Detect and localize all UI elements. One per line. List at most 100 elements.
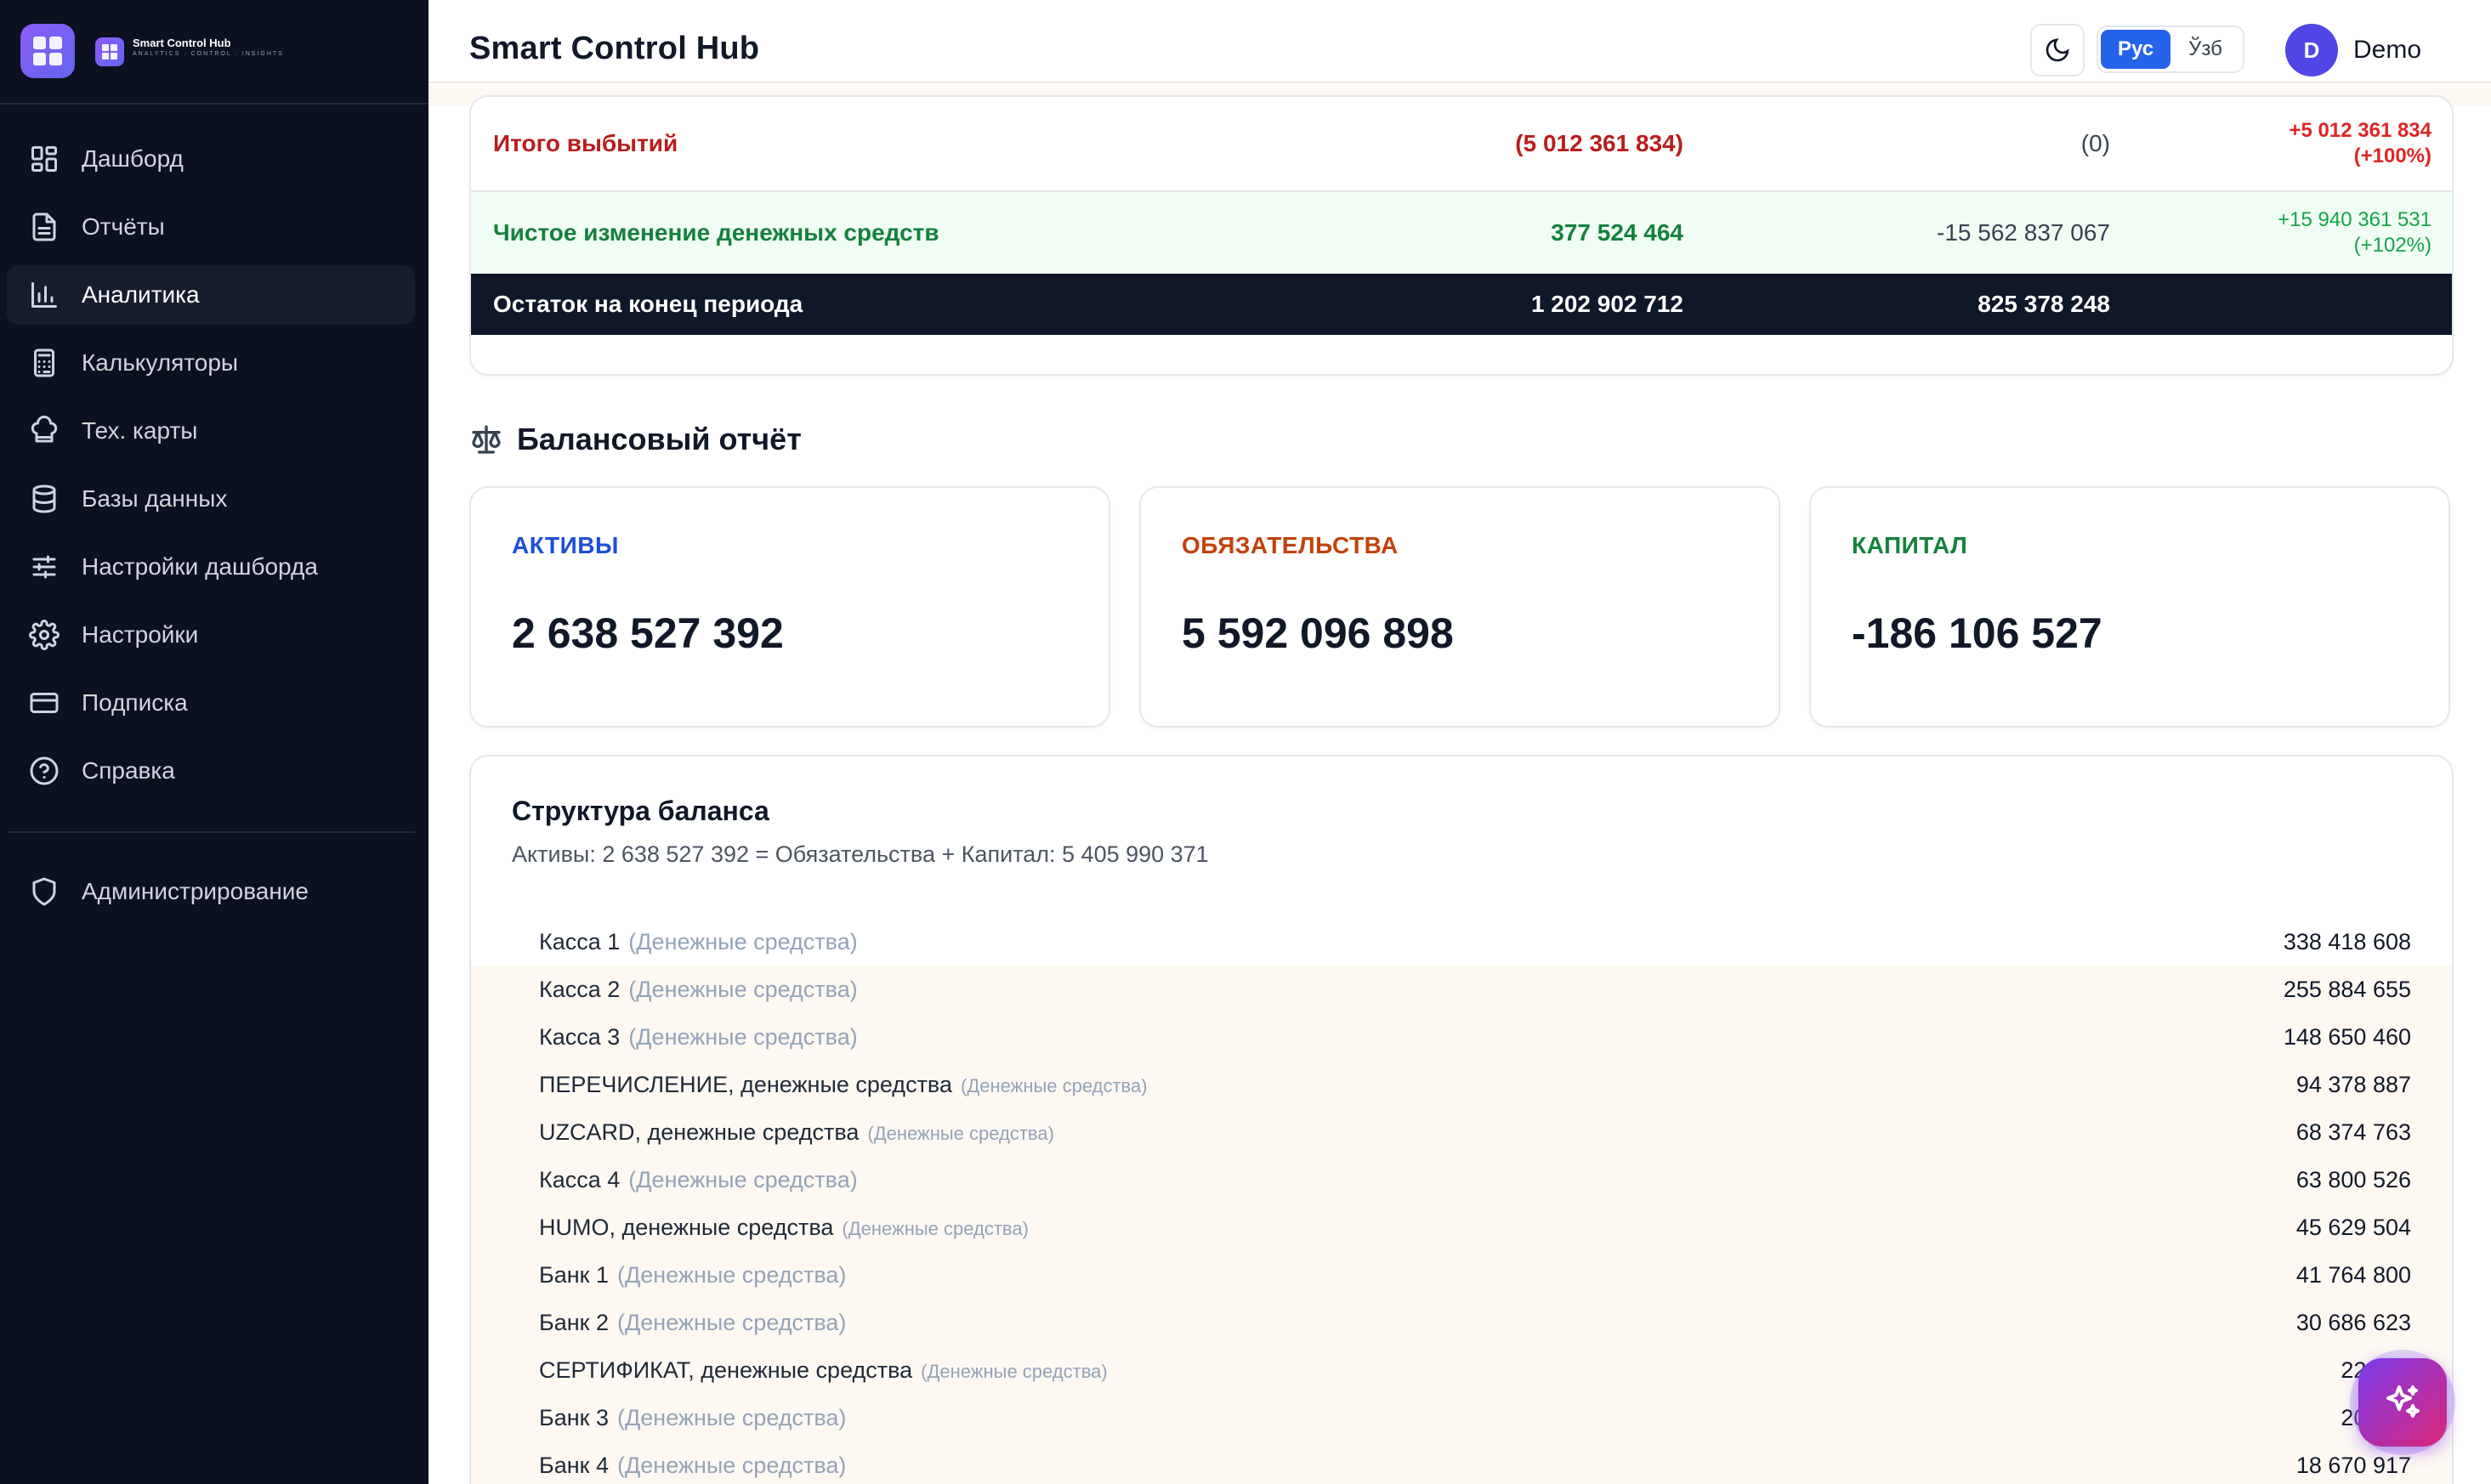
moon-icon	[2046, 38, 2069, 62]
item-name: Банк 1	[539, 1261, 609, 1288]
sliders-icon	[27, 550, 61, 584]
sidebar-item-admin[interactable]: Администрирование	[7, 862, 415, 921]
gear-icon	[27, 618, 61, 652]
sidebar-item-subscription[interactable]: Подписка	[7, 673, 415, 733]
item-category: (Денежные средства)	[628, 1023, 858, 1050]
sidebar-item-analytics[interactable]: Аналитика	[7, 265, 415, 325]
item-category: (Денежные средства)	[867, 1122, 1054, 1144]
sidebar-item-reports[interactable]: Отчёты	[7, 197, 415, 257]
balance-section-heading: Балансовый отчёт	[469, 422, 802, 457]
ai-assistant-button[interactable]	[2358, 1358, 2447, 1447]
list-item: Касса 2 (Денежные средства) 255 884 655	[471, 966, 2452, 1013]
brand-name: Smart Control Hub	[133, 37, 231, 49]
sidebar-item-help[interactable]: Справка	[7, 741, 415, 801]
current-period-value: (5 012 361 834)	[1515, 130, 1683, 156]
avatar[interactable]: D	[2285, 24, 2338, 76]
item-name: Касса 3	[539, 1023, 621, 1050]
user-name[interactable]: Demo	[2353, 36, 2421, 65]
sidebar-item-label: Подписка	[82, 689, 188, 716]
item-name: UZCARD, денежные средства	[539, 1119, 860, 1145]
item-category: (Денежные средства)	[616, 1261, 847, 1288]
brand-mini-logo-icon	[95, 37, 124, 66]
list-item: Касса 4 (Денежные средства) 63 800 526	[471, 1156, 2452, 1204]
main-content: Итого выбытий (5 012 361 834) (0) +5 012…	[428, 85, 2491, 1484]
change-percent: (+100%)	[2353, 144, 2431, 167]
shield-icon	[27, 875, 61, 909]
item-name-wrap: ПЕРЕЧИСЛЕНИЕ, денежные средства (Денежные…	[539, 1072, 1148, 1098]
item-name-wrap: Касса 1 (Денежные средства)	[539, 929, 858, 955]
sidebar-admin-section: Администрирование	[7, 862, 415, 930]
item-value: 148 650 460	[2283, 1023, 2411, 1050]
sidebar-item-label: Настройки дашборда	[82, 553, 318, 580]
item-name: Банк 4	[539, 1452, 609, 1478]
item-category: (Денежные средства)	[628, 1166, 858, 1192]
item-value: 68 374 763	[2295, 1119, 2411, 1145]
row-label: Итого выбытий	[493, 130, 678, 156]
equity-label: КАПИТАЛ	[1852, 532, 1968, 558]
item-name: СЕРТИФИКАТ, денежные средства	[539, 1357, 913, 1383]
equity-value: -186 106 527	[1852, 609, 2102, 657]
list-item: UZCARD, денежные средства (Денежные средс…	[471, 1108, 2452, 1156]
current-period-value: 377 524 464	[1551, 219, 1683, 246]
item-name-wrap: Касса 3 (Денежные средства)	[539, 1024, 858, 1051]
chef-hat-icon	[27, 414, 61, 448]
item-category: (Денежные средства)	[616, 1404, 847, 1430]
item-name-wrap: Банк 4 (Денежные средства)	[539, 1453, 846, 1479]
brand: Smart Control Hub ANALYTICS · CONTROL · …	[0, 0, 428, 105]
item-name: Касса 2	[539, 976, 621, 1002]
sidebar-divider	[7, 831, 415, 833]
item-name: HUMO, денежные средства	[539, 1214, 834, 1240]
previous-period-value: -15 562 837 067	[1937, 219, 2110, 246]
net-change-row: Чистое изменение денежных средств 377 52…	[471, 192, 2452, 274]
section-title: Балансовый отчёт	[517, 422, 802, 456]
list-item: Банк 2 (Денежные средства) 30 686 623	[471, 1299, 2452, 1346]
end-balance-row: Остаток на конец периода 1 202 902 712 8…	[471, 274, 2452, 335]
item-name-wrap: СЕРТИФИКАТ, денежные средства (Денежные с…	[539, 1357, 1108, 1384]
item-value: 338 418 608	[2283, 928, 2411, 954]
item-category: (Денежные средства)	[628, 928, 858, 954]
row-label: Остаток на конец периода	[493, 291, 803, 317]
previous-period-value: 825 378 248	[1977, 291, 2110, 317]
sidebar-item-calculators[interactable]: Калькуляторы	[7, 333, 415, 393]
theme-toggle-button[interactable]	[2030, 24, 2085, 76]
sidebar-item-label: Справка	[82, 757, 175, 784]
sidebar-item-dashboard-settings[interactable]: Настройки дашборда	[7, 537, 415, 597]
item-name-wrap: UZCARD, денежные средства (Денежные средс…	[539, 1119, 1054, 1146]
assets-value: 2 638 527 392	[512, 609, 784, 657]
scale-icon	[472, 425, 501, 454]
current-period-value: 1 202 902 712	[1530, 291, 1683, 317]
item-name: Банк 2	[539, 1309, 609, 1335]
item-category: (Денежные средства)	[616, 1309, 847, 1335]
sidebar-item-dashboard[interactable]: Дашборд	[7, 129, 415, 189]
assets-card: АКТИВЫ 2 638 527 392	[469, 486, 1110, 728]
lang-ru-button[interactable]: Рус	[2101, 30, 2170, 69]
list-item: ПЕРЕЧИСЛЕНИЕ, денежные средства (Денежные…	[471, 1061, 2452, 1108]
list-item: Банк 4 (Денежные средства) 18 670 917	[471, 1442, 2452, 1484]
item-category: (Денежные средства)	[628, 976, 858, 1002]
change-cell: +15 940 361 531 (+102%)	[2278, 207, 2431, 258]
item-category: (Денежные средства)	[842, 1217, 1029, 1239]
sidebar-item-label: Отчёты	[82, 213, 165, 240]
item-value: 255 884 655	[2283, 976, 2411, 1002]
database-icon	[27, 482, 61, 516]
structure-subtitle: Активы: 2 638 527 392 = Обязательства + …	[512, 841, 1209, 867]
sidebar-item-label: Дашборд	[82, 145, 184, 172]
item-name-wrap: Банк 2 (Денежные средства)	[539, 1310, 846, 1336]
sidebar-item-settings[interactable]: Настройки	[7, 605, 415, 665]
lang-uz-button[interactable]: Ўзб	[2170, 30, 2240, 69]
report-icon	[27, 210, 61, 244]
sidebar-item-tech-cards[interactable]: Тех. карты	[7, 401, 415, 461]
liabilities-card: ОБЯЗАТЕЛЬСТВА 5 592 096 898	[1139, 486, 1780, 728]
list-item: HUMO, денежные средства (Денежные средств…	[471, 1204, 2452, 1251]
app-logo-icon[interactable]	[20, 24, 75, 78]
sidebar-nav: Дашборд Отчёты Аналитика Калькуляторы Те…	[7, 129, 415, 809]
change-percent: (+102%)	[2353, 234, 2431, 257]
balance-structure-card: Структура баланса Активы: 2 638 527 392 …	[469, 755, 2454, 1484]
brand-tagline: ANALYTICS · CONTROL · INSIGHTS	[133, 51, 284, 57]
row-label: Чистое изменение денежных средств	[493, 219, 939, 246]
equity-card: КАПИТАЛ -186 106 527	[1809, 486, 2450, 728]
item-name-wrap: Касса 2 (Денежные средства)	[539, 977, 858, 1003]
change-value: +15 940 361 531	[2278, 208, 2431, 231]
sidebar-item-databases[interactable]: Базы данных	[7, 469, 415, 529]
calculator-icon	[27, 346, 61, 380]
